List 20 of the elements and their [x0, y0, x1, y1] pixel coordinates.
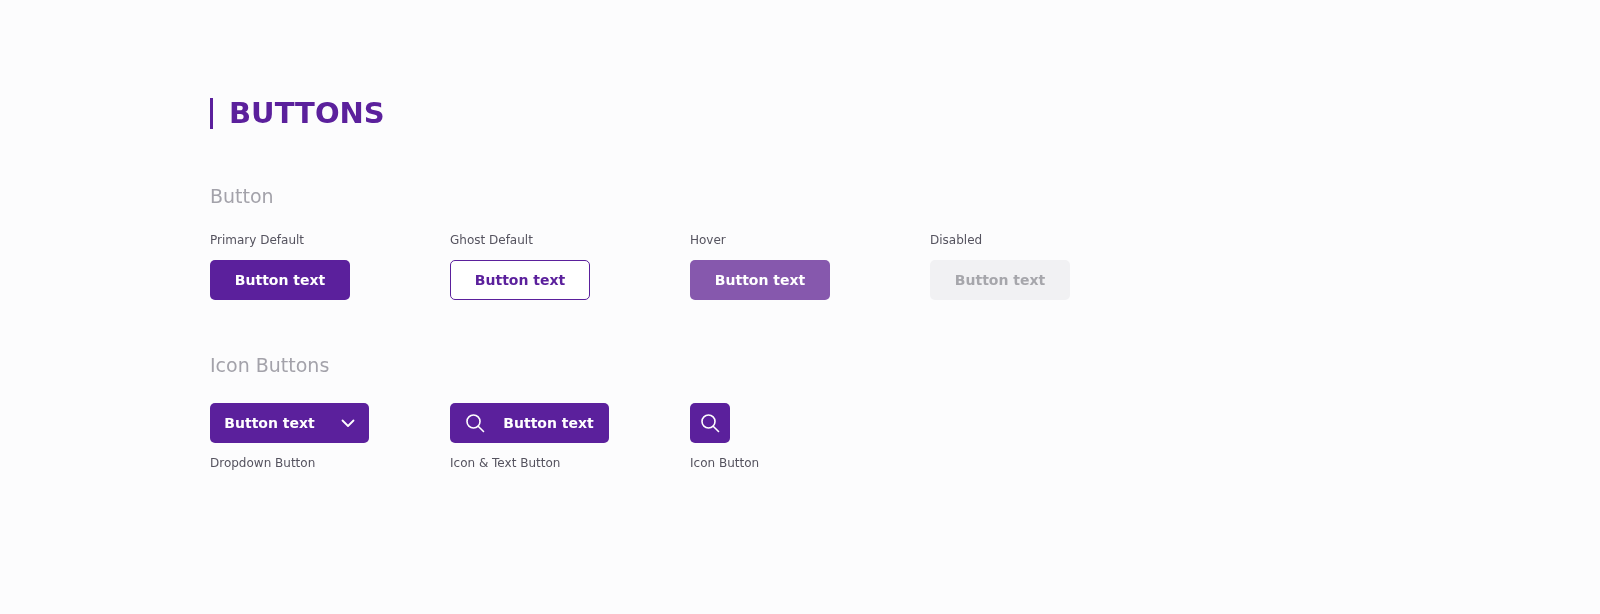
text-button[interactable]: Button text	[690, 260, 830, 300]
variant-caption: Disabled	[930, 234, 984, 246]
search-button[interactable]	[690, 403, 730, 443]
variant-caption: Icon Button	[690, 457, 761, 469]
section-heading: Button	[210, 187, 275, 206]
variant-caption: Dropdown Button	[210, 457, 317, 469]
variant-caption: Ghost Default	[450, 234, 534, 246]
search-icon	[465, 413, 486, 433]
search-icon	[700, 413, 720, 433]
section-heading: Icon Buttons	[210, 356, 331, 375]
text-button[interactable]: Button text	[450, 260, 590, 300]
chevron-down-icon	[340, 418, 355, 428]
variant-caption: Primary Default	[210, 234, 306, 246]
dropdown-button[interactable]: Button text	[210, 403, 369, 443]
variant-caption: Hover	[690, 234, 727, 246]
text-button[interactable]: Button text	[210, 260, 350, 300]
page-title: BUTTONS	[229, 99, 385, 128]
accent-bar	[210, 98, 213, 129]
search-button[interactable]: Button text	[450, 403, 609, 443]
variant-caption: Icon & Text Button	[450, 457, 562, 469]
